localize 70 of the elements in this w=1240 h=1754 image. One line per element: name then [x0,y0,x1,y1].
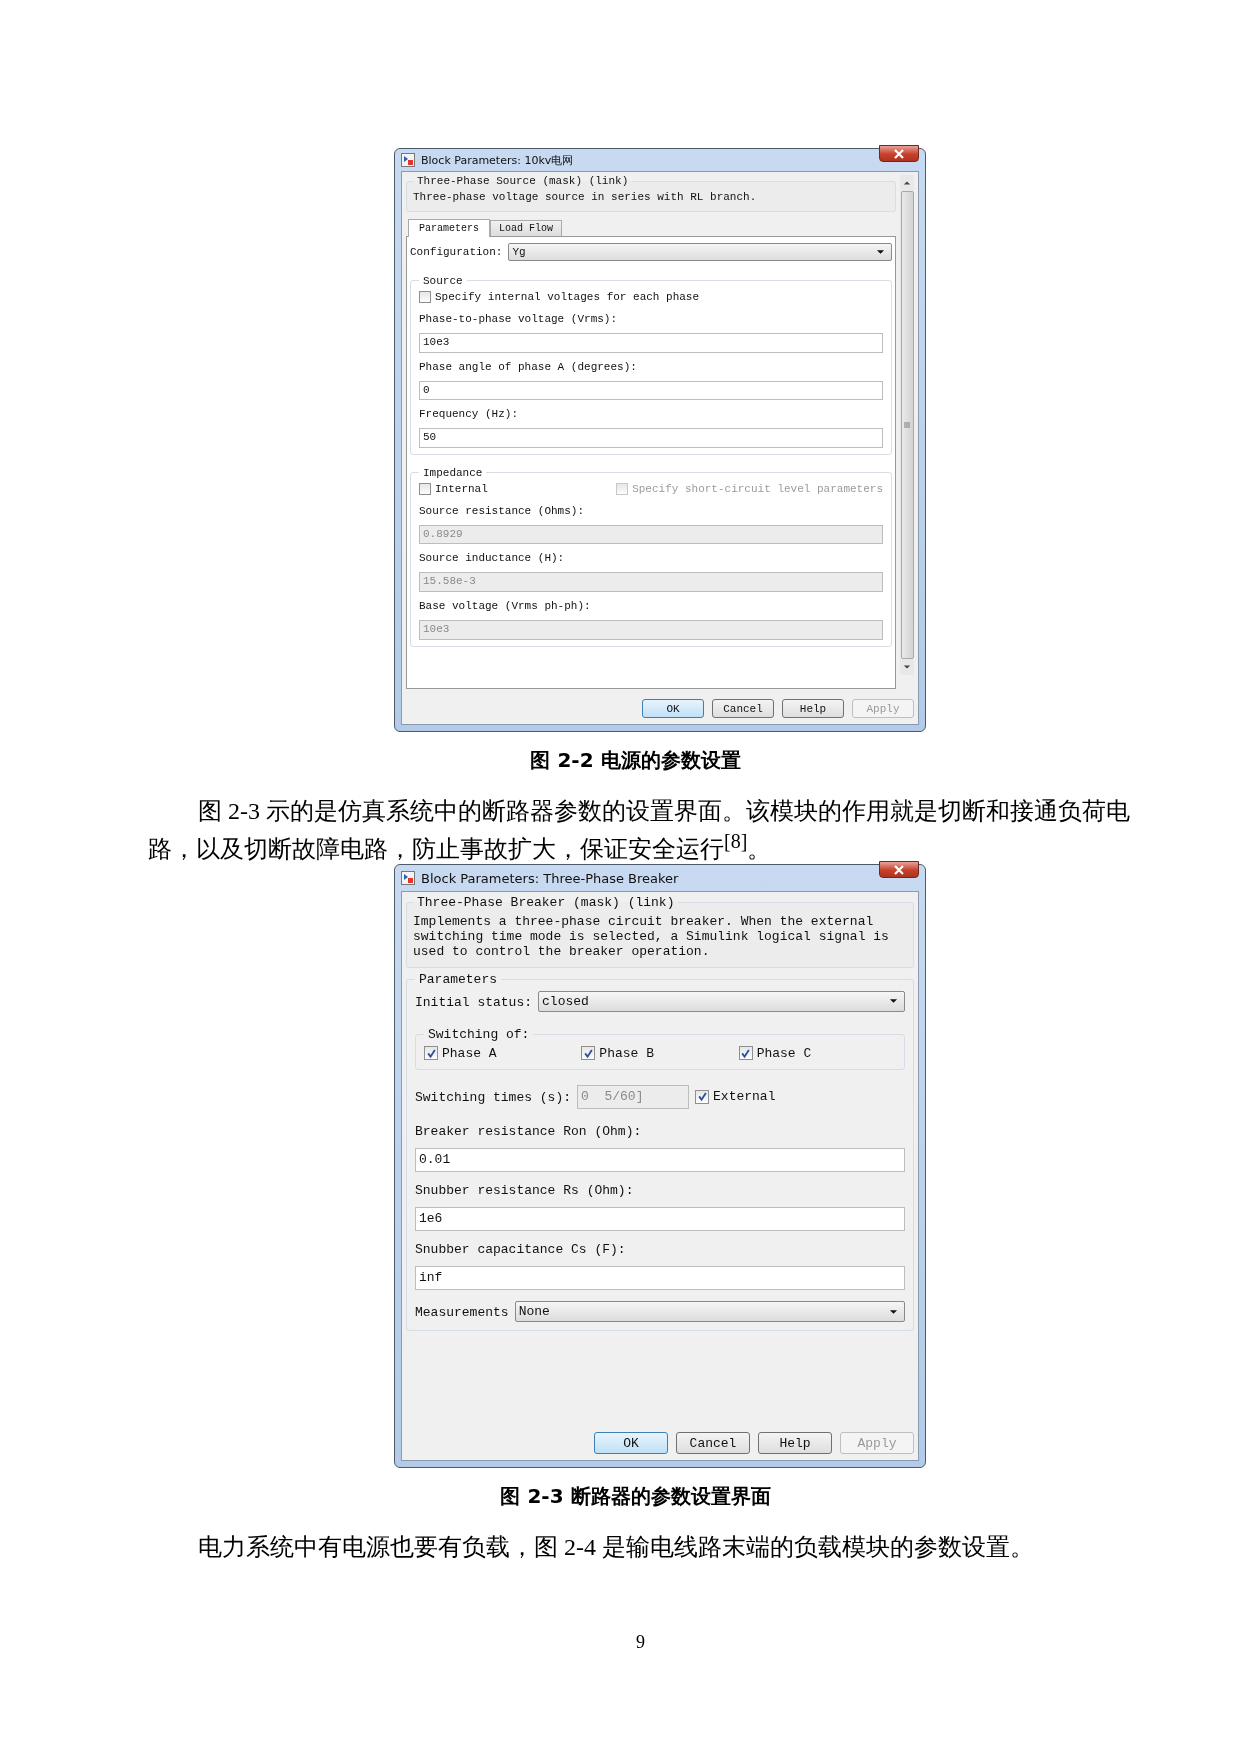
field-label: Switching times (s): [415,1090,572,1106]
group-title: Switching of: [427,1026,531,1042]
checkbox-label: Phase A [442,1045,497,1061]
field-label: Configuration: [410,245,503,258]
dialog-button[interactable]: Cancel [712,699,774,718]
caret-icon [889,998,898,1005]
input-field[interactable]: inf [415,1266,905,1291]
group-title: Three-Phase Breaker (mask) (link) [416,895,676,910]
caret-icon [889,1308,898,1315]
field-label: Breaker resistance Ron (Ohm): [415,1123,643,1139]
dropdown[interactable]: None [514,1301,905,1323]
close-button[interactable] [879,861,919,878]
checkbox[interactable] [419,290,431,303]
input-field[interactable]: 10e3 [419,332,883,353]
caret-icon [876,248,885,255]
block-description: Implements a three-phase circuit breaker. When the external switching time mode is selected, a Simulink logical signal is used to control the breaker operation. [413,914,890,959]
dialog-button[interactable]: OK [594,1432,668,1454]
field-label: Snubber capacitance Cs (F): [415,1242,627,1258]
tab[interactable]: Parameters [408,219,490,237]
checkbox[interactable] [424,1046,438,1061]
group-title: Impedance [422,466,484,479]
group-title: Parameters [418,972,498,987]
checkbox[interactable] [419,482,431,495]
field-label: Phase-to-phase voltage (Vrms): [419,312,619,325]
input-field[interactable]: 50 [419,428,883,448]
field-label: Source resistance (Ohms): [419,504,586,517]
input-field[interactable]: 0 [419,380,883,401]
dialog-button[interactable]: Cancel [676,1432,750,1454]
checkbox-label: Phase C [756,1045,812,1061]
checkbox-label: Phase B [599,1045,654,1061]
field-label: Snubber resistance Rs (Ohm): [415,1183,635,1199]
field-label: Source inductance (H): [419,552,566,565]
field-label: Initial status: [415,994,533,1010]
input-field[interactable]: 0.01 [415,1147,905,1173]
scroll-up-icon[interactable] [903,180,911,186]
scroll-down-icon[interactable] [903,664,911,670]
tab[interactable]: Load Flow [490,220,563,236]
dropdown[interactable]: Yg [508,243,892,261]
window-title: Block Parameters: 10kv电网 [421,152,575,168]
window-title: Block Parameters: Three-Phase Breaker [421,870,680,886]
grip-icon [903,421,911,429]
close-icon [893,864,905,875]
block-description: Three-phase voltage source in series with RL branch. [413,191,758,203]
window-icon [401,153,415,167]
page-number: 9 [635,1632,646,1653]
dialog-button[interactable]: Help [758,1432,832,1454]
checkbox[interactable] [738,1046,753,1061]
window-icon [401,871,415,885]
field-label: Base voltage (Vrms ph-ph): [419,599,592,612]
checkbox[interactable] [581,1046,596,1061]
checkbox-label: Specify internal voltages for each phase [435,290,700,303]
close-button[interactable] [879,145,919,162]
dialog-button[interactable]: OK [642,699,704,718]
figure-caption: 图 2-3 断路器的参数设置界面 [499,1483,772,1510]
checkbox-label: Specify short-circuit level parameters [632,482,883,495]
dropdown[interactable]: closed [538,991,905,1012]
input-field[interactable]: 1e6 [415,1207,905,1232]
figure-caption: 图 2-2 电源的参数设置 [529,747,742,774]
group-title: Three-Phase Source (mask) (link) [416,175,630,187]
body-paragraph: 电力系统中有电源也要有负载，图 2-4 是输电线路末端的负载模块的参数设置。 [197,1533,1035,1562]
group-title: Source [422,274,464,287]
close-icon [893,148,905,159]
field-label: Measurements [415,1305,509,1321]
body-paragraph: 图 2-3 示的是仿真系统中的断路器参数的设置界面。该模块的作用就是切断和接通负荷电路，以及切断故障电路，防止事故扩大，保证安全运行$^{[8]}$。 [148,797,1131,864]
checkbox-label: External [713,1089,776,1105]
dialog-button[interactable]: Help [782,699,844,718]
field-label: Frequency (Hz): [419,408,520,421]
scrollbar[interactable] [900,175,914,675]
checkbox-label: Internal [435,482,488,495]
field-label: Phase angle of phase A (degrees): [419,360,638,373]
